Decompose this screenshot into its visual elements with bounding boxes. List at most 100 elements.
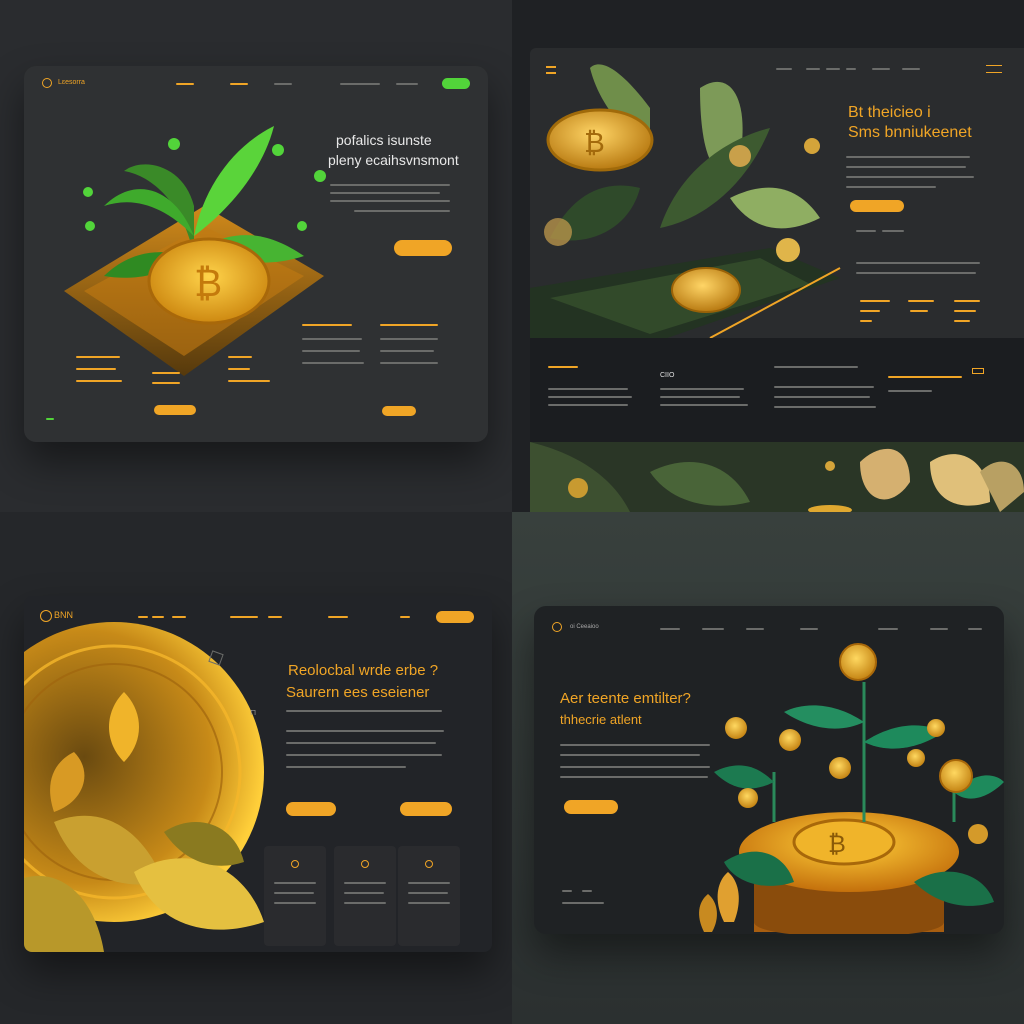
stump-coins-plants-illustration: ₿ <box>699 643 1004 934</box>
nav-cta-button[interactable] <box>442 78 470 89</box>
hero-title-line2: thhecrie atlent <box>560 712 642 727</box>
hero-text-line-4 <box>286 754 442 756</box>
footer-button-2[interactable] <box>382 406 416 416</box>
band-col3-line <box>774 366 858 368</box>
bottom-leaves-illustration <box>530 442 1024 512</box>
nav-item-3[interactable] <box>746 628 764 630</box>
band-col2-line <box>660 396 740 398</box>
nav-item-2[interactable] <box>152 616 164 618</box>
feature-card-2[interactable] <box>334 846 396 946</box>
nav-item-6[interactable] <box>902 68 920 70</box>
feature-card-1-icon <box>291 860 299 868</box>
col1-title <box>76 356 120 358</box>
brand-logo-icon <box>40 610 52 622</box>
band-col3-line <box>774 396 870 398</box>
hero-title-line1: Reolocbal wrde erbe ? <box>288 662 439 679</box>
band-outline-button[interactable] <box>972 368 984 374</box>
nav-item-1[interactable] <box>660 628 680 630</box>
feature-card-2-line <box>344 892 384 894</box>
nav-item-5[interactable] <box>396 83 418 85</box>
feature-card-3-line <box>408 892 448 894</box>
nav-item-2[interactable] <box>230 83 248 85</box>
site-window-2: ₿ Bt theicieo i Sms bnniukeenet CIIO <box>530 48 1024 512</box>
col4-line <box>302 338 362 340</box>
nav-item-7[interactable] <box>968 628 982 630</box>
nav-item-5[interactable] <box>872 68 890 70</box>
col1-line <box>76 380 122 382</box>
hero-cta-button-1[interactable] <box>286 802 336 816</box>
stat-2-sub <box>910 310 928 312</box>
nav-item-4[interactable] <box>340 83 380 85</box>
mockup-panel-2: ₿ Bt theicieo i Sms bnniukeenet CIIO <box>512 0 1024 512</box>
feature-card-1[interactable] <box>264 846 326 946</box>
svg-text:₿: ₿ <box>828 830 846 858</box>
feature-line <box>856 230 876 232</box>
feature-card-3[interactable] <box>398 846 460 946</box>
stat-3-sub2 <box>954 320 970 322</box>
col5-line <box>380 350 434 352</box>
feature-card-1-line <box>274 892 314 894</box>
col4-title <box>302 324 352 326</box>
nav-item-3[interactable] <box>172 616 186 618</box>
footer-button-1[interactable] <box>154 405 196 415</box>
feature-card-2-line <box>344 882 386 884</box>
nav-item-6[interactable] <box>930 628 948 630</box>
nav-item-4[interactable] <box>230 616 258 618</box>
col2-line <box>152 382 180 384</box>
col5-title <box>380 324 438 326</box>
svg-text:₿: ₿ <box>194 261 222 305</box>
hero-cta-button[interactable] <box>564 800 618 814</box>
nav-item-5[interactable] <box>268 616 282 618</box>
nav-item-1[interactable] <box>138 616 148 618</box>
golden-coin-leaves-illustration <box>24 622 264 952</box>
hero-cta-button-2[interactable] <box>400 802 452 816</box>
band-col1-line <box>548 404 628 406</box>
band-col1-title <box>548 366 578 368</box>
info-band: CIIO <box>530 338 1024 442</box>
mockup-panel-1: Lɛesorra ₿ pofalics isunste pleny ecaihs… <box>0 0 512 512</box>
footer-line-1 <box>562 890 572 892</box>
hero-title-line1: pofalics isunste <box>336 132 432 148</box>
nav-item-4[interactable] <box>846 68 856 70</box>
footer-line-3 <box>562 902 604 904</box>
hero-cta-button[interactable] <box>850 200 904 212</box>
stat-1-sub2 <box>860 320 872 322</box>
nav-item-6[interactable] <box>328 616 348 618</box>
stat-1 <box>860 300 890 302</box>
footer-accent <box>46 418 54 420</box>
hero-title-line2: Saurern ees eseiener <box>286 684 430 701</box>
hero-title-line1: Bt theicieo i <box>848 104 931 121</box>
nav-item-1[interactable] <box>176 83 194 85</box>
nav-item-7[interactable] <box>400 616 410 618</box>
nav-item-4[interactable] <box>800 628 818 630</box>
brand-name: Lɛesorra <box>58 79 85 86</box>
nav-item-5[interactable] <box>878 628 898 630</box>
hero-text-line-2 <box>846 166 966 168</box>
nav-cta-button[interactable] <box>436 611 474 623</box>
col4-line <box>302 362 364 364</box>
band-col3-line <box>774 386 874 388</box>
hero-text-line-3 <box>330 200 450 202</box>
hero-text-line-2 <box>286 730 444 732</box>
col2-line <box>152 372 180 374</box>
band-col4-line <box>888 390 932 392</box>
feature-card-2-icon <box>361 860 369 868</box>
nav-item-3[interactable] <box>274 83 292 85</box>
hero-title-line2: pleny ecaihsvnsmont <box>328 152 459 168</box>
hero-text-line-4 <box>354 210 450 212</box>
mockup-panel-3: BNN ⊓ Reolocbal wrde erbe ? Saurern ees … <box>0 512 512 1024</box>
nav-item-2[interactable] <box>702 628 724 630</box>
hero-text-line-1 <box>286 710 442 712</box>
hero-text-line-4 <box>846 186 936 188</box>
feature-card-3-icon <box>425 860 433 868</box>
feature-card-2-line <box>344 902 386 904</box>
feature-card-1-line <box>274 882 316 884</box>
site-window-1: Lɛesorra ₿ pofalics isunste pleny ecaihs… <box>24 66 488 442</box>
footer-line-2 <box>582 890 592 892</box>
feature-line <box>882 230 904 232</box>
hero-cta-button[interactable] <box>394 240 452 256</box>
stat-3-sub <box>954 310 976 312</box>
hero-text-line-3 <box>560 766 710 768</box>
menu-icon[interactable] <box>986 65 1002 73</box>
band-col3-line <box>774 406 876 408</box>
